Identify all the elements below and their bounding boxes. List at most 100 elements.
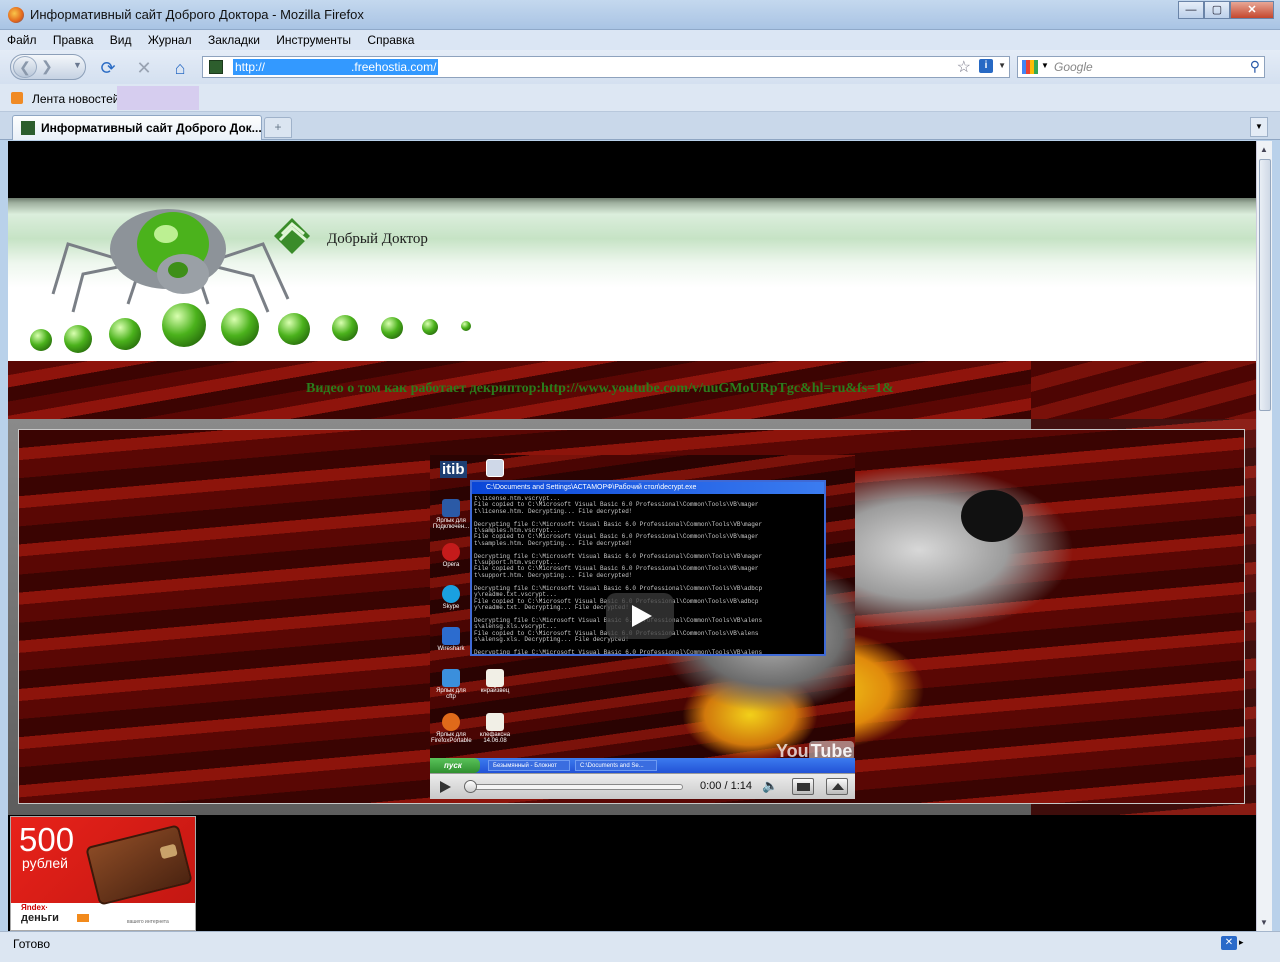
desktop-icon-label: кнрайзвец xyxy=(480,688,510,694)
site-title: Добрый Доктор xyxy=(327,231,428,247)
addon-status-icon[interactable]: ✕ xyxy=(1221,936,1237,950)
menu-file[interactable]: Файл xyxy=(0,30,43,47)
window-titlebar: Информативный сайт Доброго Доктора - Moz… xyxy=(0,0,1280,30)
video-frame: itib Ярлык для Подключен... Opera Skype … xyxy=(8,419,1256,815)
flame-side-panel xyxy=(1031,361,1256,419)
window-title: Информативный сайт Доброго Доктора - Moz… xyxy=(30,7,364,22)
rss-feed-icon xyxy=(11,92,23,104)
menu-bookmarks[interactable]: Закладки xyxy=(201,30,266,47)
back-arrow-icon[interactable]: ❮ xyxy=(13,56,37,78)
url-suffix: .freehostia.com/ xyxy=(351,60,437,74)
site-header: Добрый Доктор xyxy=(8,198,1256,361)
bookmark-star-icon[interactable]: ☆ xyxy=(957,57,971,77)
google-engine-icon[interactable] xyxy=(1022,60,1038,74)
minimize-button[interactable]: — xyxy=(1178,1,1204,19)
menu-view[interactable]: Вид xyxy=(103,30,138,47)
banner-tagline: вашего интернета xyxy=(127,919,169,925)
home-icon[interactable]: ⌂ xyxy=(170,58,190,78)
desktop-icon-label: Ярлык для cftp xyxy=(436,688,466,700)
time-display: 0:00 / 1:14 xyxy=(700,780,752,792)
firefox-icon xyxy=(8,7,24,23)
close-button[interactable]: ✕ xyxy=(1230,1,1274,19)
engine-dropdown-icon[interactable]: ▼ xyxy=(1041,61,1049,70)
reload-icon[interactable]: ⟳ xyxy=(98,58,118,78)
big-play-button[interactable] xyxy=(606,593,674,639)
status-text: Готово xyxy=(13,937,51,951)
tab-favicon-icon xyxy=(21,121,35,135)
expand-menu-icon[interactable] xyxy=(826,778,848,795)
cftp-shortcut-icon xyxy=(442,669,460,687)
desktop-icon-label: Ярлык для Подключен... xyxy=(432,518,470,530)
search-bar[interactable]: ▼ Google ⚲ xyxy=(1017,56,1265,78)
desktop-shortcut-icon xyxy=(442,499,460,517)
desktop-icon-label: Skype xyxy=(442,604,460,610)
menu-bar: Файл Правка Вид Журнал Закладки Инструме… xyxy=(0,30,1280,50)
tab-list-icon[interactable]: ▼ xyxy=(1250,117,1268,137)
firefox-portable-icon xyxy=(442,713,460,731)
url-bar[interactable]: http:// .freehostia.com/ ☆ i ▼ xyxy=(202,56,1010,78)
maximize-button[interactable]: ▢ xyxy=(1204,1,1230,19)
video-screen[interactable]: itib Ярлык для Подключен... Opera Skype … xyxy=(430,455,855,773)
stop-icon[interactable]: ✕ xyxy=(134,58,154,78)
skull-eye-image xyxy=(961,490,1023,542)
desktop-document-icon xyxy=(486,459,504,477)
banner-brand-top: Яndex· xyxy=(21,903,49,912)
banner-brand-bottom: деньги xyxy=(21,912,59,924)
tab-title: Информативный сайт Доброго Док... xyxy=(41,121,261,135)
player-controls: 0:00 / 1:14 🔈 xyxy=(430,773,855,799)
site-logo-icon xyxy=(274,218,310,254)
forward-arrow-icon[interactable]: ❯ xyxy=(41,58,53,75)
tab-active[interactable]: Информативный сайт Доброго Док... xyxy=(12,115,262,140)
scroll-up-icon[interactable]: ▲ xyxy=(1260,145,1268,154)
url-prefix: http:// xyxy=(235,60,266,74)
bookmark-news-feed[interactable]: Лента новостей xyxy=(32,92,120,106)
top-black-band xyxy=(8,141,1256,198)
bookmark-redacted[interactable] xyxy=(117,86,199,110)
desktop-icon-label: Opera xyxy=(442,562,460,568)
scroll-down-icon[interactable]: ▼ xyxy=(1260,918,1268,927)
video-caption-link[interactable]: Видео о том как работает декриптор:http:… xyxy=(306,381,894,397)
text-file-icon xyxy=(486,669,504,687)
volume-icon[interactable]: 🔈 xyxy=(762,778,778,794)
history-dropdown-icon[interactable]: ▼ xyxy=(73,60,82,70)
skype-icon xyxy=(442,585,460,603)
url-dropdown-icon[interactable]: ▼ xyxy=(998,61,1006,70)
search-icon[interactable]: ⚲ xyxy=(1250,58,1260,75)
progress-track[interactable] xyxy=(467,784,683,790)
progress-knob[interactable] xyxy=(464,780,477,793)
page-content: Добрый Доктор Видео о том как работает д… xyxy=(8,141,1256,931)
desktop-icon-label: Ярлык для FirefoxPortable xyxy=(431,732,472,744)
banner-amount: 500 xyxy=(19,821,75,858)
desktop-icon-label: клефаксна 14.06.08 xyxy=(479,732,511,744)
search-input[interactable]: Google xyxy=(1054,60,1093,74)
menu-history[interactable]: Журнал xyxy=(141,30,198,47)
scrollbar-thumb[interactable] xyxy=(1259,159,1271,411)
taskbar-task: Безымянный - Блокнот xyxy=(488,760,570,771)
xp-taskbar: пуск Безымянный - Блокнот C:\Documents a… xyxy=(430,758,855,773)
xp-start-button: пуск xyxy=(430,758,480,773)
play-icon[interactable] xyxy=(436,779,452,795)
youtube-player[interactable]: itib Ярлык для Подключен... Opera Skype … xyxy=(430,455,855,799)
url-text[interactable]: http:// .freehostia.com/ xyxy=(233,59,439,75)
site-info-icon[interactable]: i xyxy=(979,59,993,73)
text-file-icon xyxy=(486,713,504,731)
menu-help[interactable]: Справка xyxy=(360,30,420,47)
navigation-toolbar: ❮ ❯ ▼ ⟳ ✕ ⌂ http:// .freehostia.com/ ☆ i … xyxy=(0,50,1280,84)
desktop-icon-label: Wireshark xyxy=(437,646,465,652)
menu-edit[interactable]: Правка xyxy=(46,30,100,47)
banner-currency: рублей xyxy=(22,855,68,871)
yandex-money-banner[interactable]: 500 рублей Яndex· деньги вашего интернет… xyxy=(10,816,196,931)
green-balls-decoration xyxy=(28,293,488,363)
addon-menu-arrow-icon[interactable]: ▸ xyxy=(1239,937,1244,948)
yandex-money-logo-icon xyxy=(77,914,89,922)
skull-flame-background: itib Ярлык для Подключен... Opera Skype … xyxy=(18,429,1245,804)
tab-strip: Информативный сайт Доброго Док... + ▼ xyxy=(0,112,1280,140)
opera-icon xyxy=(442,543,460,561)
fullscreen-toggle-icon[interactable] xyxy=(792,778,814,795)
site-favicon-icon xyxy=(209,60,223,74)
taskbar-task: C:\Documents and Se... xyxy=(575,760,657,771)
vertical-scrollbar[interactable]: ▲ ▼ xyxy=(1256,141,1272,931)
status-bar: Готово ✕ ▸ xyxy=(0,931,1280,962)
menu-tools[interactable]: Инструменты xyxy=(269,30,357,47)
new-tab-button[interactable]: + xyxy=(264,117,292,138)
